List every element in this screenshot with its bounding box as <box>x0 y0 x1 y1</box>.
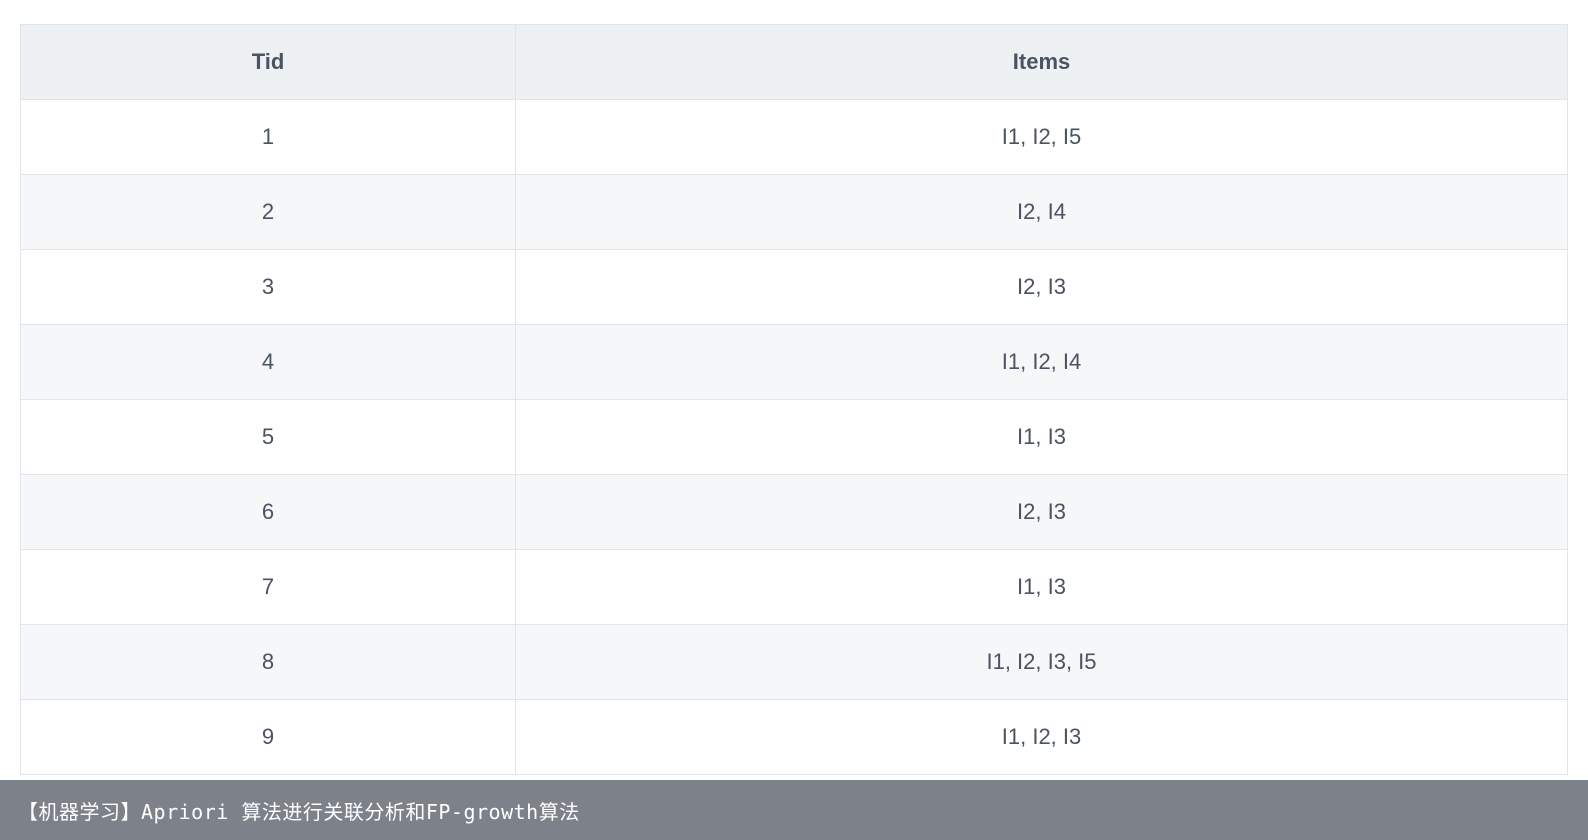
cell-tid: 7 <box>21 550 516 625</box>
cell-tid: 9 <box>21 700 516 775</box>
cell-tid: 8 <box>21 625 516 700</box>
cell-tid: 5 <box>21 400 516 475</box>
cell-tid: 4 <box>21 325 516 400</box>
caption-bar: 【机器学习】Apriori 算法进行关联分析和FP-growth算法 <box>0 780 1588 840</box>
cell-tid: 3 <box>21 250 516 325</box>
cell-items: I1, I2, I5 <box>516 100 1568 175</box>
table-row: 9 I1, I2, I3 <box>21 700 1568 775</box>
table-row: 3 I2, I3 <box>21 250 1568 325</box>
table-row: 6 I2, I3 <box>21 475 1568 550</box>
cell-tid: 1 <box>21 100 516 175</box>
cell-items: I1, I2, I3, I5 <box>516 625 1568 700</box>
cell-tid: 2 <box>21 175 516 250</box>
table-row: 2 I2, I4 <box>21 175 1568 250</box>
table-row: 5 I1, I3 <box>21 400 1568 475</box>
table-row: 1 I1, I2, I5 <box>21 100 1568 175</box>
cell-tid: 6 <box>21 475 516 550</box>
cell-items: I1, I3 <box>516 400 1568 475</box>
transaction-table: Tid Items 1 I1, I2, I5 2 I2, I4 3 I2, I3… <box>20 24 1568 775</box>
cell-items: I1, I3 <box>516 550 1568 625</box>
cell-items: I2, I3 <box>516 475 1568 550</box>
header-items: Items <box>516 25 1568 100</box>
table-row: 8 I1, I2, I3, I5 <box>21 625 1568 700</box>
header-tid: Tid <box>21 25 516 100</box>
table-row: 4 I1, I2, I4 <box>21 325 1568 400</box>
cell-items: I2, I4 <box>516 175 1568 250</box>
table-row: 7 I1, I3 <box>21 550 1568 625</box>
table-container: Tid Items 1 I1, I2, I5 2 I2, I4 3 I2, I3… <box>0 0 1588 775</box>
cell-items: I2, I3 <box>516 250 1568 325</box>
cell-items: I1, I2, I4 <box>516 325 1568 400</box>
cell-items: I1, I2, I3 <box>516 700 1568 775</box>
table-header-row: Tid Items <box>21 25 1568 100</box>
caption-text: 【机器学习】Apriori 算法进行关联分析和FP-growth算法 <box>18 796 580 825</box>
